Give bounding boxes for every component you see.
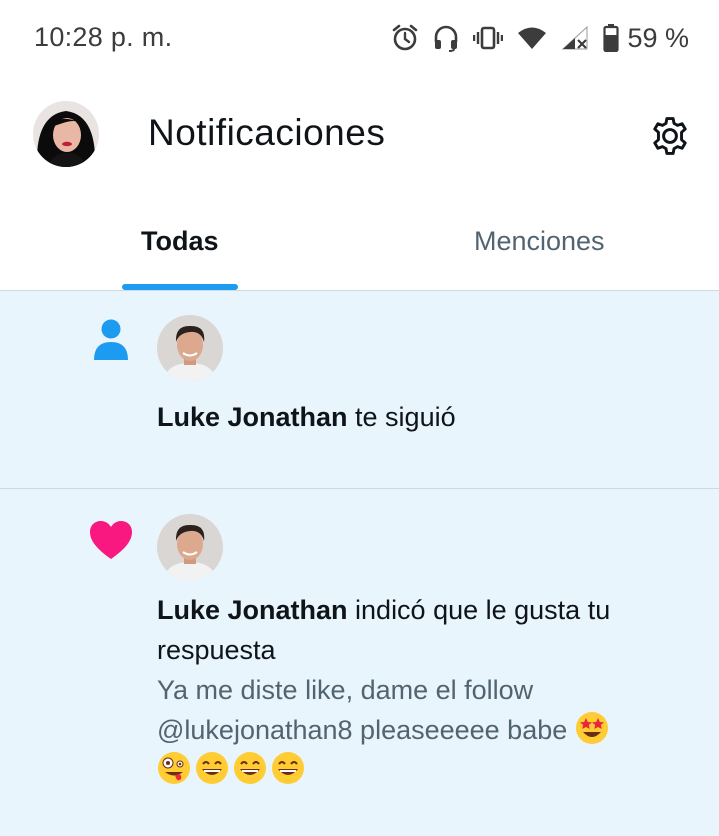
page-title: Notificaciones (148, 112, 386, 153)
heart-icon (88, 517, 134, 563)
notification-item-follow[interactable]: Luke Jonathan te siguió (0, 291, 719, 489)
battery-percent: 59 % (627, 22, 689, 53)
vibrate-icon (473, 26, 504, 50)
notification-item-like[interactable]: Luke Jonathan indicó que le gusta tu res… (0, 489, 719, 836)
avatar[interactable] (157, 315, 223, 381)
grinning-emoji (196, 752, 228, 784)
grinning-emoji (234, 752, 266, 784)
tab-todas[interactable]: Todas (0, 190, 360, 290)
status-icons: 59 % (391, 20, 689, 56)
gear-icon (653, 117, 687, 155)
quoted-reply-text: Ya me diste like, dame el follow @lukejo… (157, 675, 568, 745)
header: Notificaciones (0, 80, 719, 190)
status-time: 10:28 p. m. (34, 22, 173, 52)
grinning-emoji (272, 752, 304, 784)
status-bar: 10:28 p. m. 59 % (0, 0, 719, 80)
battery-icon (603, 24, 620, 52)
notification-user[interactable]: Luke Jonathan (157, 595, 348, 625)
notification-action: te siguió (347, 402, 456, 432)
avatar[interactable] (157, 514, 223, 580)
star-struck-emoji (575, 712, 608, 744)
headset-icon (435, 25, 458, 52)
active-tab-indicator (122, 284, 238, 290)
signal-icon (562, 25, 588, 50)
tab-menciones[interactable]: Menciones (360, 190, 719, 290)
person-icon (88, 317, 134, 363)
tab-bar: Todas Menciones (0, 190, 719, 291)
notification-user[interactable]: Luke Jonathan (157, 402, 348, 432)
zany-face-emoji (158, 752, 190, 784)
profile-avatar[interactable] (33, 101, 99, 167)
alarm-icon (393, 24, 418, 51)
quoted-reply: Ya me diste like, dame el follow @lukejo… (157, 670, 697, 790)
notification-text: Luke Jonathan indicó que le gusta tu res… (157, 590, 697, 670)
wifi-icon (518, 27, 547, 49)
notification-text: Luke Jonathan te siguió (157, 397, 697, 437)
settings-button[interactable] (644, 110, 696, 162)
